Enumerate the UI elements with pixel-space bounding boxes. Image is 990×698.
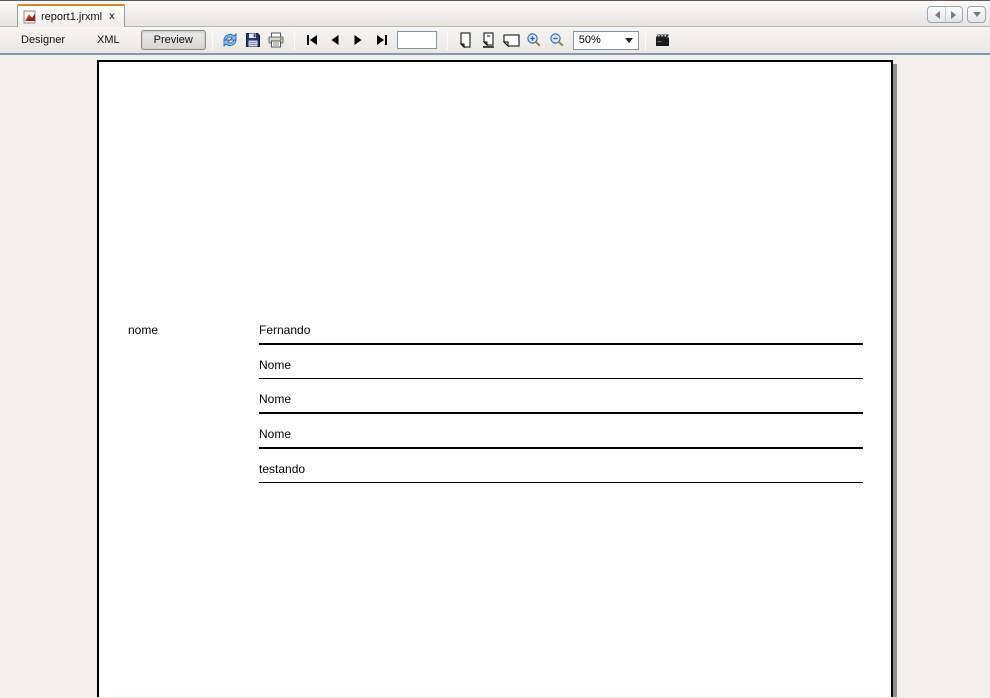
report-field-row: Fernando (259, 321, 863, 356)
xml-view-button[interactable]: XML (88, 30, 129, 50)
preview-toolbar: Designer XML Preview 50% (0, 27, 990, 55)
field-value: Fernando (259, 323, 311, 337)
tab-report1-jrxml[interactable]: report1.jrxml x (17, 4, 125, 27)
editor-tab-bar: report1.jrxml x (0, 0, 990, 27)
actual-size-icon[interactable] (454, 29, 477, 52)
toolbar-separator (293, 30, 295, 50)
zoom-in-icon[interactable] (523, 29, 546, 52)
fit-page-icon[interactable] (477, 29, 500, 52)
report-field-row: testando (259, 460, 863, 495)
page-number-input[interactable] (396, 31, 437, 49)
fit-width-icon[interactable] (500, 29, 523, 52)
refresh-icon[interactable] (219, 29, 242, 52)
last-page-icon[interactable] (370, 29, 393, 52)
field-list: Fernando Nome Nome Nome testando (259, 321, 863, 494)
preview-view-button[interactable]: Preview (140, 30, 206, 50)
save-icon[interactable] (242, 29, 265, 52)
toolbar-separator (446, 30, 448, 50)
first-page-icon[interactable] (301, 29, 324, 52)
snapshot-icon[interactable] (652, 29, 675, 52)
zoom-level-select[interactable]: 50% (572, 30, 639, 50)
tab-title: report1.jrxml (41, 10, 103, 23)
report-field-row: Nome (259, 356, 863, 391)
report-file-icon (23, 10, 37, 24)
field-underline (259, 343, 863, 345)
report-field-row: Nome (259, 390, 863, 425)
field-value: Nome (259, 357, 292, 372)
field-label: nome (128, 323, 159, 337)
combo-arrow-icon (624, 37, 633, 47)
tab-scroll-controls (927, 6, 986, 23)
preview-area: nome Fernando Nome Nome Nome testando (0, 55, 990, 697)
scroll-left-icon[interactable] (928, 7, 945, 22)
print-icon[interactable] (265, 29, 288, 52)
zoom-out-icon[interactable] (546, 29, 569, 52)
documents-list-icon[interactable] (968, 7, 985, 22)
field-value: Nome (259, 392, 292, 407)
field-underline (259, 481, 863, 484)
designer-view-button[interactable]: Designer (12, 30, 74, 50)
report-page: nome Fernando Nome Nome Nome testando (97, 60, 893, 697)
field-underline (259, 447, 863, 449)
field-value: testando (259, 461, 306, 476)
toolbar-separator (211, 30, 213, 50)
previous-page-icon[interactable] (324, 29, 347, 52)
report-field-row: Nome (259, 425, 863, 460)
field-underline (259, 412, 863, 414)
field-underline (259, 377, 863, 380)
scroll-right-icon[interactable] (945, 7, 962, 22)
toolbar-separator (644, 30, 646, 50)
zoom-level-value: 50% (578, 34, 601, 46)
field-value: Nome (259, 427, 292, 442)
tab-close-icon[interactable]: x (107, 11, 117, 22)
next-page-icon[interactable] (347, 29, 370, 52)
